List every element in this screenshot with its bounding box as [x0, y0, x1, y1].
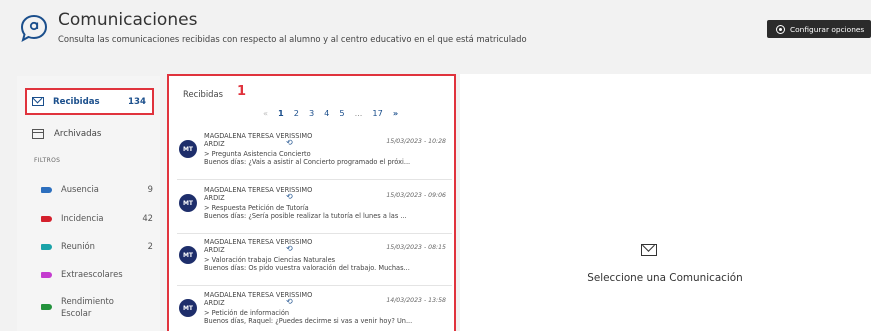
- avatar: MT: [179, 246, 197, 264]
- received-count: 134: [128, 96, 146, 107]
- filter-label: Ausencia: [61, 184, 99, 194]
- pagination-ellipsis: ...: [354, 108, 363, 118]
- envelope-icon: [641, 244, 657, 256]
- filter-ausencia[interactable]: Ausencia 9: [41, 184, 153, 196]
- message-date: 15/03/2023 - 08:15: [386, 244, 446, 251]
- reply-arrow-icon: ⟲: [286, 244, 293, 253]
- reply-arrow-icon: ⟲: [286, 297, 293, 306]
- empty-state-text: Seleccione una Comunicación: [587, 272, 743, 284]
- sidebar-item-received[interactable]: Recibidas 134: [25, 88, 154, 115]
- avatar: MT: [179, 140, 197, 158]
- message-date: 14/03/2023 - 13:58: [386, 297, 446, 304]
- configure-options-label: Configurar opciones: [790, 24, 865, 34]
- list-item[interactable]: MT MAGDALENA TERESA VERISSIMO ARDIZ ⟲ 15…: [177, 132, 452, 180]
- pagination-page[interactable]: 2: [294, 108, 299, 118]
- envelope-icon: [32, 97, 44, 106]
- message-subject: > Valoración trabajo Ciencias Naturales: [204, 256, 336, 264]
- pagination-page[interactable]: 1: [278, 108, 284, 118]
- filter-count: 42: [142, 213, 153, 223]
- pagination-page[interactable]: 5: [339, 108, 344, 118]
- archive-box-icon: [32, 129, 44, 139]
- configure-options-button[interactable]: Configurar opciones: [767, 20, 871, 38]
- message-preview: Buenos días: Os pido vuestra valoración …: [204, 264, 410, 272]
- reply-arrow-icon: ⟲: [286, 138, 293, 147]
- chat-bubble-logo-icon: [20, 14, 48, 43]
- tag-icon: [41, 272, 52, 278]
- annotation-marker: 1: [237, 84, 247, 99]
- message-preview: Buenos días: ¿Vais a asistir al Conciert…: [204, 158, 411, 166]
- sidebar-item-label: Archivadas: [54, 129, 102, 139]
- message-date: 15/03/2023 - 09:06: [386, 192, 446, 199]
- avatar: MT: [179, 299, 197, 317]
- filter-label: Incidencia: [61, 213, 104, 223]
- sidebar-item-archived[interactable]: Archivadas: [25, 120, 155, 148]
- page-title: Comunicaciones: [58, 10, 198, 30]
- list-item[interactable]: MT MAGDALENA TERESA VERISSIMO ARDIZ ⟲ 14…: [177, 291, 452, 331]
- tag-icon: [41, 187, 52, 193]
- filter-extraescolares[interactable]: Extraescolares: [41, 269, 153, 281]
- pagination-page-last[interactable]: 17: [372, 108, 382, 118]
- pagination-page[interactable]: 4: [324, 108, 329, 118]
- message-sender: MAGDALENA TERESA VERISSIMO ARDIZ: [204, 291, 313, 307]
- filter-rendimiento-escolar[interactable]: Rendimiento Escolar: [41, 295, 153, 319]
- filter-reunion[interactable]: Reunión 2: [41, 241, 153, 253]
- filter-count: 9: [147, 184, 153, 194]
- page-subtitle: Consulta las comunicaciones recibidas co…: [58, 34, 527, 44]
- message-preview: Buenos días: ¿Sería posible realizar la …: [204, 212, 407, 220]
- pagination-prev[interactable]: «: [263, 108, 268, 118]
- filters-heading: FILTROS: [34, 157, 61, 164]
- message-subject: > Respuesta Petición de Tutoría: [204, 204, 309, 212]
- filter-label: Extraescolares: [61, 269, 123, 279]
- page-header: Comunicaciones Consulta las comunicacion…: [0, 0, 871, 62]
- pagination-page[interactable]: 3: [309, 108, 314, 118]
- message-subject: > Petición de información: [204, 309, 290, 317]
- tag-icon: [41, 304, 52, 310]
- message-sender: MAGDALENA TERESA VERISSIMO ARDIZ: [204, 186, 313, 202]
- message-date: 15/03/2023 - 10:28: [386, 138, 446, 145]
- list-item[interactable]: MT MAGDALENA TERESA VERISSIMO ARDIZ ⟲ 15…: [177, 186, 452, 234]
- message-detail-panel: Seleccione una Comunicación: [460, 74, 871, 331]
- list-title: Recibidas: [183, 89, 223, 99]
- message-subject: > Pregunta Asistencia Concierto: [204, 150, 311, 158]
- tag-icon: [41, 216, 52, 222]
- pagination-next[interactable]: »: [393, 108, 398, 118]
- list-item[interactable]: MT MAGDALENA TERESA VERISSIMO ARDIZ ⟲ 15…: [177, 238, 452, 286]
- filter-label: Rendimiento Escolar: [61, 296, 114, 318]
- filter-label: Reunión: [61, 241, 95, 251]
- filter-count: 2: [147, 241, 153, 251]
- gear-icon: [776, 24, 785, 34]
- tag-icon: [41, 244, 52, 250]
- message-sender: MAGDALENA TERESA VERISSIMO ARDIZ: [204, 238, 313, 254]
- avatar: MT: [179, 194, 197, 212]
- sidebar: Recibidas 134 Archivadas FILTROS Ausenci…: [17, 76, 160, 331]
- filter-incidencia[interactable]: Incidencia 42: [41, 213, 153, 225]
- sidebar-item-label: Recibidas: [53, 96, 100, 107]
- pagination: « 1 2 3 4 5 ... 17 »: [263, 108, 408, 118]
- reply-arrow-icon: ⟲: [286, 192, 293, 201]
- message-list-panel: Recibidas 1 « 1 2 3 4 5 ... 17 » MT MAGD…: [167, 74, 456, 331]
- message-sender: MAGDALENA TERESA VERISSIMO ARDIZ: [204, 132, 313, 148]
- message-preview: Buenos días, Raquel: ¿Puedes decirme si …: [204, 317, 413, 325]
